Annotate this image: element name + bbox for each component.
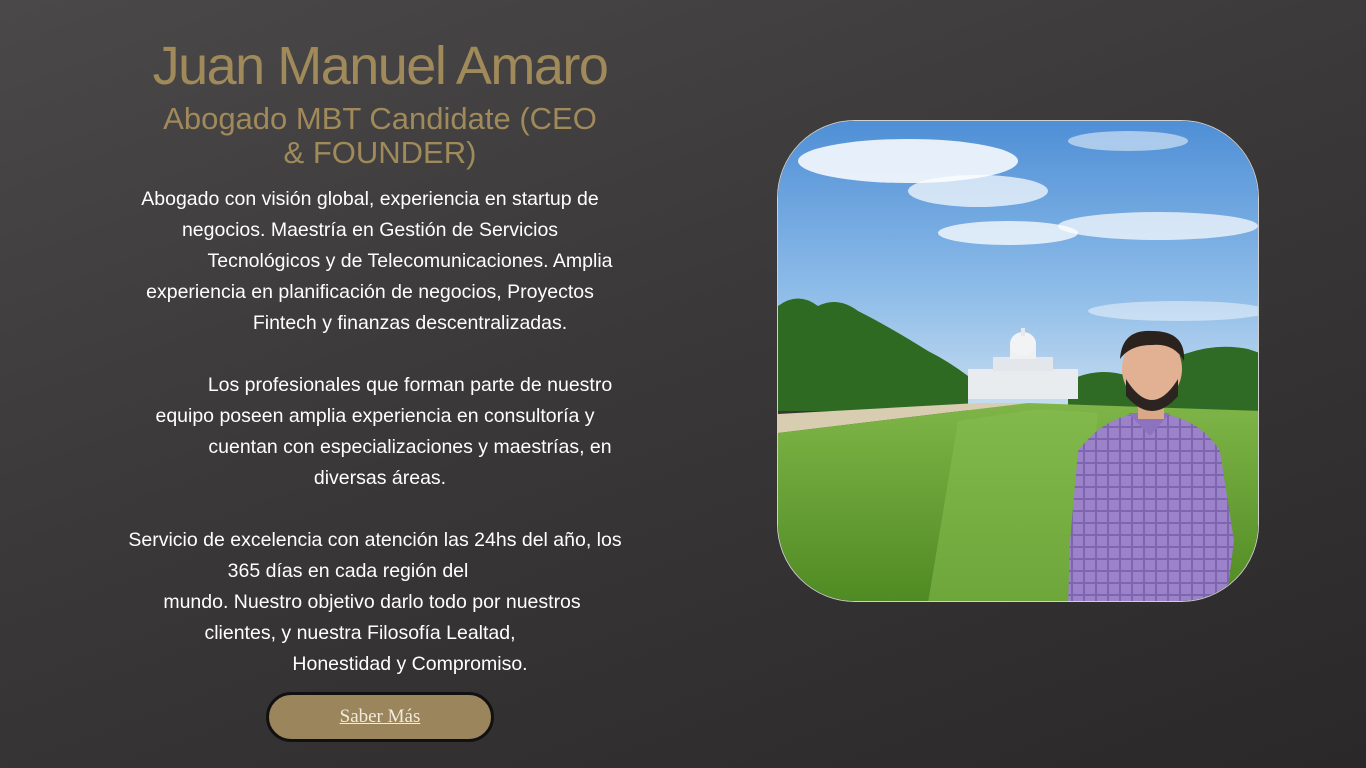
bio-line: 365 días en cada región del xyxy=(227,560,469,582)
bio-line: clientes, y nuestra Filosofía Lealtad, xyxy=(204,622,516,644)
bio-line: equipo poseen amplia experiencia en cons… xyxy=(155,405,595,427)
bio-line: mundo. Nuestro objetivo darlo todo por n… xyxy=(163,591,581,613)
person-title: Abogado MBT Candidate (CEO & FOUNDER) xyxy=(163,101,597,170)
bio-line: cuentan con especializaciones y maestría… xyxy=(208,436,612,458)
bio-paragraph-2: Los profesionales que forman parte de nu… xyxy=(95,370,665,494)
bio-line: Fintech y finanzas descentralizadas. xyxy=(252,312,568,334)
bio-line: Honestidad y Compromiso. xyxy=(292,653,528,675)
bio-line: Tecnológicos y de Telecomunicaciones. Am… xyxy=(207,250,613,272)
bio-paragraph-1: Abogado con visión global, experiencia e… xyxy=(95,184,665,339)
bio-line: Servicio de excelencia con atención las … xyxy=(128,529,622,551)
intro-section: Juan Manuel Amaro Abogado MBT Candidate … xyxy=(95,30,665,680)
bio-paragraph-3: Servicio de excelencia con atención las … xyxy=(95,525,665,680)
bio-line: Los profesionales que forman parte de nu… xyxy=(207,374,613,396)
bio-line: Abogado con visión global, experiencia e… xyxy=(141,188,599,210)
bio-line: negocios. Maestría en Gestión de Servici… xyxy=(181,219,559,241)
profile-photo-illustration xyxy=(778,121,1258,601)
person-name: Juan Manuel Amaro xyxy=(152,36,609,96)
bio-line: diversas áreas. xyxy=(313,467,447,489)
bio-line: experiencia en planificación de negocios… xyxy=(146,281,594,303)
profile-photo xyxy=(777,120,1259,602)
learn-more-button[interactable]: Saber Más xyxy=(266,692,494,742)
